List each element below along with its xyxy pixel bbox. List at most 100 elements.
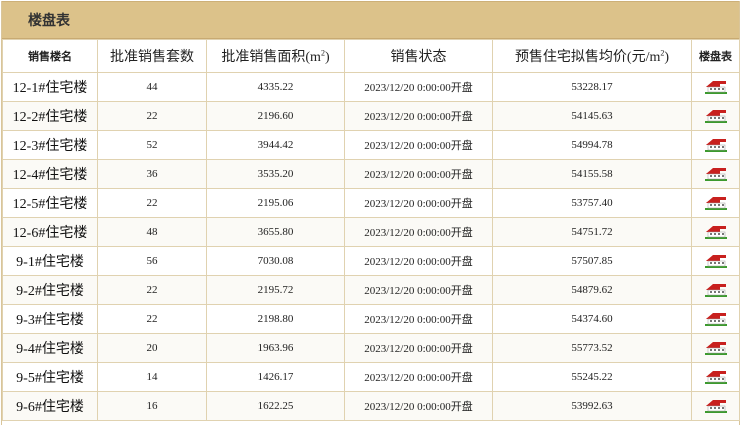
building-name-cell: 9-6#住宅楼 [2,391,98,421]
avg-price-cell: 54879.62 [492,275,692,305]
floor-plan-link[interactable] [691,101,740,131]
building-name-cell: 9-4#住宅楼 [2,333,98,363]
approved-units-cell: 22 [97,275,207,305]
approved-area-cell: 2195.72 [206,275,345,305]
house-icon[interactable] [704,80,727,94]
approved-area-cell: 3535.20 [206,159,345,189]
approved-area-cell: 2195.06 [206,188,345,218]
avg-price-cell: 53228.17 [492,72,692,102]
approved-units-cell: 16 [97,391,207,421]
floor-plan-link[interactable] [691,391,740,421]
table-row: 9-5#住宅楼 14 1426.17 2023/12/20 0:00:00开盘 5524… [2,362,740,392]
approved-units-cell: 22 [97,101,207,131]
approved-units-cell: 56 [97,246,207,276]
approved-units-cell: 48 [97,217,207,247]
avg-price-cell: 53992.63 [492,391,692,421]
building-name-cell: 12-6#住宅楼 [2,217,98,247]
floor-plan-link[interactable] [691,333,740,363]
sale-status-cell: 2023/12/20 0:00:00开盘 [344,333,493,363]
approved-units-cell: 20 [97,333,207,363]
sale-status-cell: 2023/12/20 0:00:00开盘 [344,362,493,392]
col-header-sale-status: 销售状态 [344,39,493,73]
building-name-cell: 12-4#住宅楼 [2,159,98,189]
avg-price-cell: 54751.72 [492,217,692,247]
floor-plan-link[interactable] [691,130,740,160]
building-name-cell: 9-1#住宅楼 [2,246,98,276]
approved-units-cell: 52 [97,130,207,160]
floor-plan-link[interactable] [691,72,740,102]
house-icon[interactable] [704,254,727,268]
table-row: 9-4#住宅楼 20 1963.96 2023/12/20 0:00:00开盘 5577… [2,333,740,363]
avg-price-cell: 53757.40 [492,188,692,218]
avg-price-cell: 54994.78 [492,130,692,160]
approved-units-cell: 44 [97,72,207,102]
table-header: 销售楼名 批准销售套数 批准销售面积(m2) 销售状态 预售住宅拟售均价(元/m… [2,39,740,73]
table-row: 12-4#住宅楼 36 3535.20 2023/12/20 0:00:00开盘 541… [2,159,740,189]
avg-price-cell: 54155.58 [492,159,692,189]
building-name-cell: 12-2#住宅楼 [2,101,98,131]
approved-area-cell: 1622.25 [206,391,345,421]
table-row: 9-2#住宅楼 22 2195.72 2023/12/20 0:00:00开盘 5487… [2,275,740,305]
avg-price-close: ) [664,50,670,65]
col-header-building-name: 销售楼名 [2,39,98,73]
col-header-approved-units: 批准销售套数 [97,39,207,73]
approved-area-cell: 2196.60 [206,101,345,131]
approved-area-cell: 3655.80 [206,217,345,247]
house-icon[interactable] [704,138,727,152]
table-row: 12-3#住宅楼 52 3944.42 2023/12/20 0:00:00开盘 549… [2,130,740,160]
table-row: 12-2#住宅楼 22 2196.60 2023/12/20 0:00:00开盘 541… [2,101,740,131]
approved-units-cell: 36 [97,159,207,189]
house-icon[interactable] [704,109,727,123]
floor-plan-link[interactable] [691,275,740,305]
avg-price-cell: 54374.60 [492,304,692,334]
approved-area-cell: 2198.80 [206,304,345,334]
house-icon[interactable] [704,167,727,181]
approved-units-cell: 22 [97,188,207,218]
avg-price-label: 预售住宅拟售均价(元/m [514,50,661,65]
avg-price-cell: 55245.22 [492,362,692,392]
floor-plan-link[interactable] [691,362,740,392]
sale-status-cell: 2023/12/20 0:00:00开盘 [344,275,493,305]
floor-plan-link[interactable] [691,217,740,247]
floor-plan-link[interactable] [691,304,740,334]
house-icon[interactable] [704,225,727,239]
approved-area-close: ) [324,50,330,65]
sale-status-cell: 2023/12/20 0:00:00开盘 [344,72,493,102]
table-row: 12-6#住宅楼 48 3655.80 2023/12/20 0:00:00开盘 547… [2,217,740,247]
sale-status-cell: 2023/12/20 0:00:00开盘 [344,246,493,276]
approved-area-cell: 1426.17 [206,362,345,392]
building-name-cell: 12-1#住宅楼 [2,72,98,102]
col-header-avg-price: 预售住宅拟售均价(元/m2) [492,39,692,73]
approved-area-label: 批准销售面积(m [221,50,321,65]
house-icon[interactable] [704,370,727,384]
building-name-cell: 12-5#住宅楼 [2,188,98,218]
col-header-floor-plan: 楼盘表 [691,39,740,73]
house-icon[interactable] [704,312,727,326]
approved-units-cell: 14 [97,362,207,392]
table-row: 9-6#住宅楼 16 1622.25 2023/12/20 0:00:00开盘 5399… [2,391,740,421]
approved-area-cell: 4335.22 [206,72,345,102]
house-icon[interactable] [704,196,727,210]
col-header-approved-area: 批准销售面积(m2) [206,39,345,73]
table-body: 12-1#住宅楼 44 4335.22 2023/12/20 0:00:00开盘 532… [2,72,740,421]
sale-status-cell: 2023/12/20 0:00:00开盘 [344,304,493,334]
building-name-cell: 9-3#住宅楼 [2,304,98,334]
building-name-cell: 9-2#住宅楼 [2,275,98,305]
floor-plan-link[interactable] [691,159,740,189]
house-icon[interactable] [704,341,727,355]
building-name-cell: 12-3#住宅楼 [2,130,98,160]
building-name-cell: 9-5#住宅楼 [2,362,98,392]
avg-price-cell: 55773.52 [492,333,692,363]
floor-plan-link[interactable] [691,188,740,218]
floor-plan-link[interactable] [691,246,740,276]
approved-units-cell: 22 [97,304,207,334]
avg-price-cell: 54145.63 [492,101,692,131]
approved-area-cell: 1963.96 [206,333,345,363]
approved-area-cell: 7030.08 [206,246,345,276]
table-row: 9-1#住宅楼 56 7030.08 2023/12/20 0:00:00开盘 5750… [2,246,740,276]
sale-status-cell: 2023/12/20 0:00:00开盘 [344,101,493,131]
table-row: 12-1#住宅楼 44 4335.22 2023/12/20 0:00:00开盘 532… [2,72,740,102]
panel-title: 楼盘表 [2,1,739,39]
house-icon[interactable] [704,399,727,413]
house-icon[interactable] [704,283,727,297]
